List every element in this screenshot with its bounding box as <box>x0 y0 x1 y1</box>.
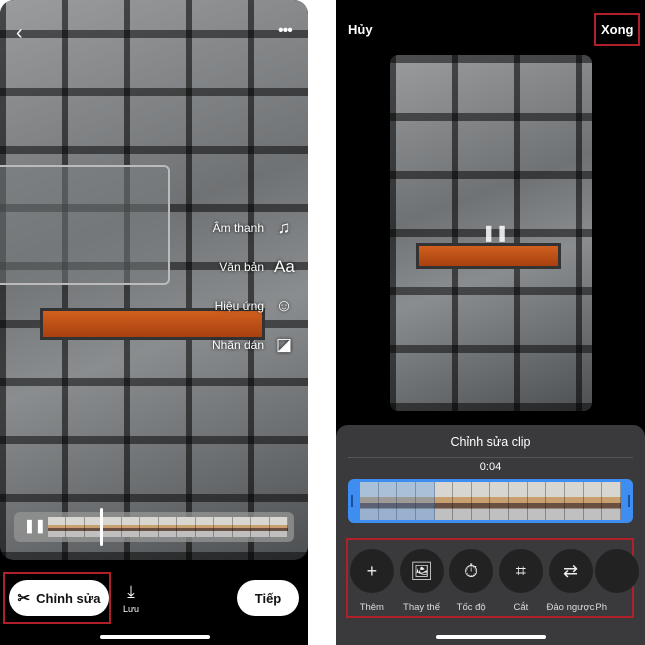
back-icon[interactable]: ‹ <box>16 22 23 45</box>
home-indicator <box>100 635 210 639</box>
stopwatch-icon: ⏱ <box>449 549 494 593</box>
tool-crop[interactable]: ⌗ Cắt <box>496 549 546 613</box>
reverse-icon: ⇄ <box>548 549 593 593</box>
menu-effects[interactable]: Hiệu ứng ☺ <box>215 296 294 316</box>
tool-label: Tốc độ <box>456 602 486 613</box>
menu-text[interactable]: Văn bản Aa <box>219 257 295 277</box>
sticker-icon: ◪ <box>275 335 293 354</box>
clip-filmstrip <box>360 482 621 520</box>
tool-label: Đảo ngược <box>546 602 595 613</box>
tool-reverse[interactable]: ⇄ Đảo ngược <box>546 549 596 613</box>
more-tool-icon <box>595 549 640 593</box>
tool-add[interactable]: + Thêm <box>347 549 397 613</box>
edit-clip-sheet: Chỉnh sửa clip 0:04 + Thêm 🖼 Thay thế ⏱ Tốc… <box>336 425 645 645</box>
effects-icon: ☺ <box>275 296 293 315</box>
pause-icon[interactable]: ❚❚ <box>24 518 46 534</box>
done-button[interactable]: Xong <box>601 22 634 37</box>
save-button[interactable]: ⤓ Lưu <box>118 582 144 614</box>
touchpad-image <box>0 165 170 285</box>
tool-row: + Thêm 🖼 Thay thế ⏱ Tốc độ ⌗ Cắt ⇄ Đảo ngược … <box>347 549 645 613</box>
next-button[interactable]: Tiếp <box>237 580 299 616</box>
download-icon: ⤓ <box>127 582 135 601</box>
clip-duration: 0:04 <box>479 461 502 473</box>
tool-label: Ph <box>595 602 607 613</box>
menu-audio[interactable]: Âm thanh ♫ <box>213 218 294 238</box>
crop-icon: ⌗ <box>498 549 543 593</box>
tool-more[interactable]: Ph <box>595 549 645 613</box>
timeline-bar[interactable]: ❚❚ <box>14 508 294 546</box>
edit-label: Chỉnh sửa <box>36 590 101 606</box>
scissors-icon: ✂ <box>17 590 31 607</box>
tool-speed[interactable]: ⏱ Tốc độ <box>446 549 496 613</box>
more-icon[interactable]: ••• <box>278 22 293 40</box>
playhead[interactable] <box>100 508 103 546</box>
plus-icon: + <box>349 549 394 593</box>
trim-handle-left[interactable] <box>351 495 353 507</box>
story-editor-screen: ‹ ••• Âm thanh ♫ Văn bản Aa Hiệu ứng ☺ Nhãn… <box>0 0 308 645</box>
menu-sticker[interactable]: Nhãn dán ◪ <box>212 335 294 355</box>
replace-image-icon: 🖼 <box>399 549 444 593</box>
cancel-button[interactable]: Hủy <box>348 22 373 37</box>
save-label: Lưu <box>122 604 140 614</box>
menu-label: Văn bản <box>219 260 264 274</box>
timeline-filmstrip <box>48 517 288 537</box>
trim-handle-right[interactable] <box>628 495 630 507</box>
video-preview <box>0 0 308 560</box>
tool-replace[interactable]: 🖼 Thay thế <box>397 549 447 613</box>
sheet-title: Chỉnh sửa clip <box>450 435 531 449</box>
tool-label: Cắt <box>513 602 529 613</box>
keyboard-slot-image <box>416 243 561 269</box>
menu-label: Hiệu ứng <box>214 299 264 313</box>
trim-bar[interactable] <box>348 479 633 523</box>
pause-icon[interactable]: ❚❚ <box>482 223 509 243</box>
home-indicator <box>436 635 546 639</box>
tool-label: Thêm <box>359 602 384 613</box>
clip-preview: ❚❚ <box>390 55 592 411</box>
edit-button[interactable]: ✂ Chỉnh sửa <box>9 580 109 616</box>
text-icon: Aa <box>274 257 295 276</box>
music-note-icon: ♫ <box>277 218 291 237</box>
clip-editor-screen: Hủy Xong ❚❚ Chỉnh sửa clip 0:04 + Thêm 🖼 T… <box>336 0 645 645</box>
menu-label: Âm thanh <box>212 221 264 235</box>
menu-label: Nhãn dán <box>211 338 264 352</box>
divider <box>348 457 633 458</box>
tool-label: Thay thế <box>403 602 440 613</box>
